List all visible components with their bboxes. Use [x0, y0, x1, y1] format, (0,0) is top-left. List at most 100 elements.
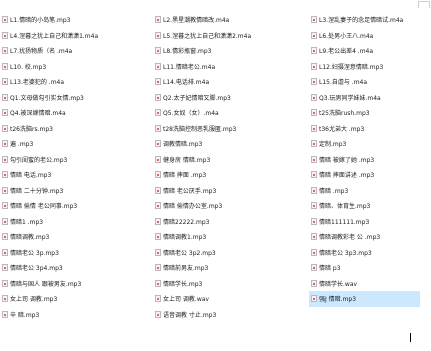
file-item[interactable]: L1.情暗的小岛笔.mp3 — [0, 12, 153, 28]
file-item[interactable]: L12.妇摄涅意情暗.mp3 — [309, 59, 420, 75]
audio-file-icon — [311, 171, 317, 179]
file-name: L6.处男小王八.m4a — [319, 32, 374, 40]
file-item[interactable]: L6.处男小王八.m4a — [309, 28, 420, 44]
audio-file-icon — [311, 124, 317, 132]
scrollbar-corner[interactable] — [418, 1, 430, 8]
file-item[interactable]: 情暗调教彩老 公 .mp3 — [309, 229, 420, 245]
file-item[interactable]: 情暗老公 3p4.mp3 — [0, 260, 153, 276]
file-item[interactable]: 情暗调教1.mp3 — [153, 229, 309, 245]
file-name: Q4.被深嫁情暗.m4a — [10, 110, 66, 118]
file-name: 情暗22222.mp3 — [163, 218, 210, 226]
audio-file-icon — [311, 62, 317, 70]
file-item[interactable]: L2.黑星潮教情暗改.m4a — [153, 12, 309, 28]
file-name: t36尤弟大 .mp3 — [319, 125, 365, 133]
file-item[interactable]: Q5.女奴（女）.m4a — [153, 105, 309, 121]
audio-file-icon — [2, 171, 8, 179]
file-name: L13.老婆犯的 .m4a — [10, 79, 65, 87]
audio-file-icon — [311, 295, 317, 303]
file-item[interactable]: 情暗 电话.mp3 — [0, 167, 153, 183]
file-item[interactable]: 情暗学长.mp3 — [153, 276, 309, 292]
file-item[interactable]: L8.情彩瓶窗.mp3 — [153, 43, 309, 59]
file-item[interactable]: 情暗老公 3p.mp3 — [0, 245, 153, 261]
file-item[interactable]: 情暗 摔面讲述 .mp3 — [309, 167, 420, 183]
file-item[interactable]: L4.涅暮之犹上自己和潇潇1.m4a — [0, 28, 153, 44]
file-item[interactable]: 健身房 情暗.mp3 — [153, 152, 309, 168]
file-item[interactable]: Q1.文母做勾引实女情.mp3 — [0, 90, 153, 106]
file-item[interactable]: 情暗老公 3p2.mp3 — [153, 245, 309, 261]
file-name: Q5.女奴（女）.m4a — [163, 110, 219, 118]
file-name: L10. 校.mp3 — [10, 63, 47, 71]
file-item[interactable]: 情暗 摔面 .mp3 — [153, 167, 309, 183]
file-item[interactable]: 情暗 二十分钟.mp3 — [0, 183, 153, 199]
audio-file-icon — [155, 279, 161, 287]
file-item[interactable]: 情暗前男友.mp3 — [153, 260, 309, 276]
audio-file-icon — [155, 248, 161, 256]
file-item[interactable]: L5.涅暮之犹上自己和潇潇2.m4a — [153, 28, 309, 44]
file-item[interactable]: 女上司 调教.mp3 — [0, 291, 153, 307]
file-item[interactable]: Q2.太子妃情暗又脚.mp3 — [153, 90, 309, 106]
file-item[interactable]: 情暗 偷情办公室.mp3 — [153, 198, 309, 214]
file-item[interactable]: t28洗脑控制恶乳服匿.mp3 — [153, 121, 309, 137]
file-item[interactable]: t36尤弟大 .mp3 — [309, 121, 420, 137]
audio-file-icon — [311, 279, 317, 287]
audio-file-icon — [2, 248, 8, 256]
file-item[interactable]: 语音调教 寸止.mp3 — [153, 307, 309, 323]
audio-file-icon — [2, 310, 8, 318]
audio-file-icon — [2, 202, 8, 210]
file-name: 情暗111111.mp3 — [319, 218, 370, 226]
file-item[interactable]: 情暗调教.mp3 — [0, 229, 153, 245]
file-item[interactable]: L9.老公出差4 .m4a — [309, 43, 420, 59]
audio-file-icon — [2, 186, 8, 194]
file-name: 强J 情暗.mp3 — [319, 296, 357, 304]
file-item[interactable]: L3.涅乱妻子的念足情暗试.m4a — [309, 12, 420, 28]
audio-file-icon — [155, 264, 161, 272]
audio-file-icon — [155, 186, 161, 194]
file-item[interactable]: 情暗 偷情 老公同事.mp3 — [0, 198, 153, 214]
file-item[interactable]: 情暗与国人 跟被男友.mp3 — [0, 276, 153, 292]
file-item[interactable]: L13.老婆犯的 .m4a — [0, 74, 153, 90]
file-item[interactable]: 情暗 p3 — [309, 260, 420, 276]
file-item[interactable]: L10. 校.mp3 — [0, 59, 153, 75]
file-item[interactable]: 情暗22222.mp3 — [153, 214, 309, 230]
file-item[interactable]: Q3.玩男同学妹妹.m4a — [309, 90, 420, 106]
file-name: Q3.玩男同学妹妹.m4a — [319, 94, 381, 102]
audio-file-icon — [2, 140, 8, 148]
file-item[interactable]: 情暗 老公厌手.mp3 — [153, 183, 309, 199]
file-item[interactable]: 情暗学长.wav — [309, 276, 420, 292]
file-item[interactable]: 情暗111111.mp3 — [309, 214, 420, 230]
audio-file-icon — [155, 310, 161, 318]
file-item[interactable]: t26洗脑rs.mp3 — [0, 121, 153, 137]
window-top-edge — [0, 0, 431, 9]
audio-file-icon — [2, 124, 8, 132]
file-name: 情暗调教彩老 公 .mp3 — [319, 234, 381, 242]
file-item[interactable]: 强J 情暗.mp3 — [309, 291, 420, 307]
file-item[interactable]: 定制.mp3 — [309, 136, 420, 152]
file-name: L1.情暗的小岛笔.mp3 — [10, 17, 71, 25]
file-item[interactable]: L7.扰扬物质（名 .m4a — [0, 43, 153, 59]
audio-file-icon — [155, 124, 161, 132]
file-item[interactable]: 女上司 调教.wav — [153, 291, 309, 307]
file-item[interactable]: 调教情暗.mp3 — [153, 136, 309, 152]
audio-file-icon — [2, 109, 8, 117]
file-item[interactable]: L15.自虐与 .m4a — [309, 74, 420, 90]
audio-file-icon — [2, 62, 8, 70]
file-item[interactable]: 遍 .mp3 — [0, 136, 153, 152]
file-item[interactable]: 情暗1 .mp3 — [0, 214, 153, 230]
file-name: L11.情暗老公.m4a — [163, 63, 216, 71]
audio-file-icon — [2, 47, 8, 55]
file-item[interactable]: t25洗脑rush.mp3 — [309, 105, 420, 121]
file-item[interactable]: 情暗、体育生.mp3 — [309, 198, 420, 214]
file-name: L7.扰扬物质（名 .m4a — [10, 48, 73, 56]
file-name: L9.老公出差4 .m4a — [319, 48, 374, 56]
file-item[interactable]: 勾引闺蜜的老公.mp3 — [0, 152, 153, 168]
file-item[interactable]: Q4.被深嫁情暗.m4a — [0, 105, 153, 121]
file-item[interactable]: 辛 暗.mp3 — [0, 307, 153, 323]
audio-file-icon — [311, 109, 317, 117]
file-item[interactable]: 情暗老公 3p3.mp3 — [309, 245, 420, 261]
file-name: 情暗与国人 跟被男友.mp3 — [10, 280, 82, 288]
file-item[interactable]: L14.电话排.m4a — [153, 74, 309, 90]
file-item[interactable]: 情暗 .mp3 — [309, 183, 420, 199]
audio-file-icon — [2, 78, 8, 86]
file-item[interactable]: 情暗 被嫁了她 .mp3 — [309, 152, 420, 168]
file-item[interactable]: L11.情暗老公.m4a — [153, 59, 309, 75]
